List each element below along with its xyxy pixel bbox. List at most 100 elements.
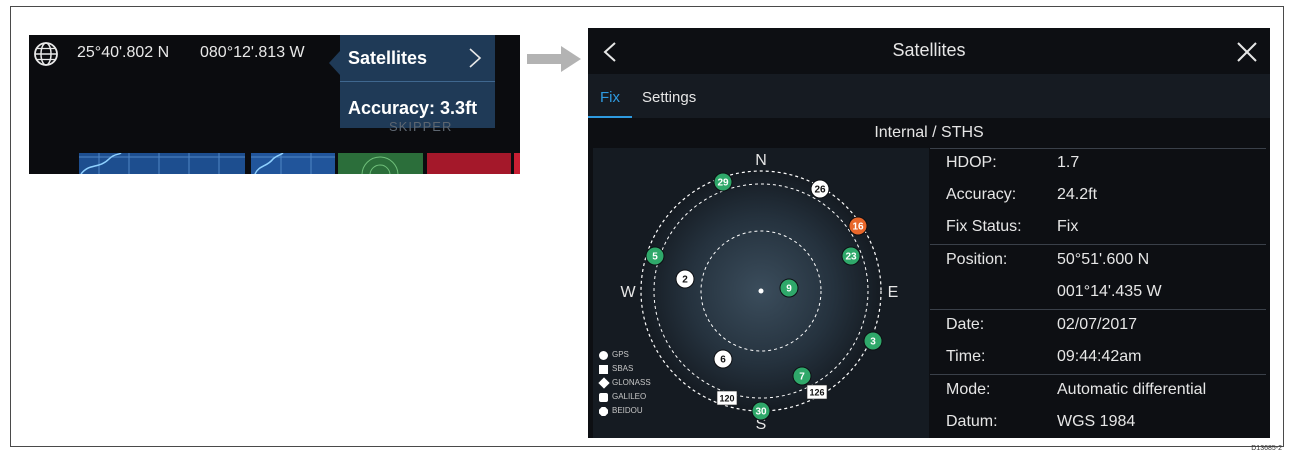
satellite-marker-30: 30 — [751, 401, 771, 421]
satellite-id-label: 16 — [852, 222, 864, 233]
gps-circle-icon — [599, 351, 608, 360]
latitude-readout: 25°40'.802 N — [77, 44, 170, 61]
legend-label: GLONASS — [612, 378, 651, 387]
figure-id: D13685-2 — [1251, 445, 1282, 452]
compass-east: E — [888, 284, 899, 301]
popup-title: Satellites — [348, 48, 428, 68]
satellite-id-label: 126 — [809, 388, 824, 398]
satellite-id-label: 6 — [720, 355, 726, 366]
chart-thumbnail — [338, 153, 423, 174]
date-value: 02/07/2017 — [1057, 316, 1138, 333]
info-row-date: Date: 02/07/2017 — [930, 310, 1266, 342]
hdop-value: 1.7 — [1057, 154, 1080, 171]
chart-thumbnail — [79, 152, 245, 174]
fix-info-table: HDOP: 1.7 Accuracy: 24.2ft Fix Status: F… — [930, 148, 1266, 438]
compass-north: N — [755, 152, 767, 169]
background-label: SKIPPER — [389, 119, 453, 134]
date-label: Date: — [946, 316, 985, 333]
arrow-right-icon — [527, 46, 581, 72]
mode-value: Automatic differential — [1057, 381, 1207, 398]
position-lat: 50°51'.600 N — [1057, 251, 1150, 268]
galileo-shield-icon — [599, 393, 608, 402]
compass-west: W — [620, 284, 636, 301]
satellite-id-label: 2 — [682, 275, 688, 286]
satellite-marker-3: 3 — [863, 331, 883, 351]
glonass-diamond-icon — [598, 377, 610, 389]
satellite-marker-126: 126 — [806, 384, 828, 400]
info-row-time: Time: 09:44:42am — [930, 342, 1266, 374]
legend-label: BEIDOU — [612, 406, 643, 415]
satellite-id-label: 3 — [870, 337, 876, 348]
satellite-id-label: 7 — [799, 372, 805, 383]
satellite-id-label: 29 — [717, 178, 729, 189]
info-row-accuracy: Accuracy: 24.2ft — [930, 180, 1266, 212]
popup-pointer — [329, 51, 340, 75]
dialog-title: Satellites — [892, 40, 966, 60]
popup-divider — [340, 81, 495, 82]
legend-item: GALILEO — [597, 390, 651, 404]
satellite-marker-9: 9 — [779, 278, 799, 298]
datum-value: WGS 1984 — [1057, 413, 1136, 430]
accuracy-value: 24.2ft — [1057, 186, 1098, 203]
satellite-id-label: 9 — [786, 284, 792, 295]
close-icon[interactable] — [1236, 41, 1258, 63]
info-row-position-lon: 001°14'.435 W — [930, 277, 1266, 309]
mode-label: Mode: — [946, 381, 991, 398]
satellite-id-label: 120 — [719, 394, 734, 404]
chart-thumbnails — [79, 152, 520, 174]
sky-plot: N S E W 29 26 16 23 5 2 9 3 6 7 30 120 126 GPS SBAS … — [593, 148, 929, 438]
chevron-right-icon[interactable] — [467, 47, 483, 69]
legend-item: BEIDOU — [597, 404, 651, 418]
tab-settings[interactable]: Settings — [642, 89, 696, 106]
info-row-datum: Datum: WGS 1984 — [930, 407, 1266, 438]
position-lon: 001°14'.435 W — [1057, 283, 1162, 300]
popup-accuracy: Accuracy: 3.3ft — [348, 98, 478, 118]
time-label: Time: — [946, 348, 986, 365]
info-row-hdop: HDOP: 1.7 — [930, 148, 1266, 180]
constellation-legend: GPS SBAS GLONASS GALILEO BEIDOU — [597, 348, 651, 418]
tab-bar: Fix Settings — [588, 74, 1270, 118]
legend-item: GLONASS — [597, 376, 651, 390]
satellite-marker-23: 23 — [841, 246, 861, 266]
beidou-octagon-icon — [599, 407, 608, 416]
info-row-mode: Mode: Automatic differential — [930, 375, 1266, 407]
legend-item: SBAS — [597, 362, 651, 376]
satellite-marker-120: 120 — [716, 390, 738, 406]
satellite-id-label: 30 — [755, 407, 767, 418]
satellites-dialog: Satellites Fix Settings Internal / STHS — [588, 28, 1270, 438]
info-row-fix-status: Fix Status: Fix — [930, 212, 1266, 244]
accuracy-label: Accuracy: — [946, 186, 1017, 203]
center-point — [758, 288, 764, 294]
satellite-marker-5: 5 — [645, 246, 665, 266]
hdop-label: HDOP: — [946, 154, 997, 171]
info-row-position: Position: 50°51'.600 N — [930, 245, 1266, 277]
satellite-id-label: 23 — [845, 252, 857, 263]
longitude-readout: 080°12'.813 W — [200, 44, 305, 61]
satellite-marker-7: 7 — [792, 366, 812, 386]
chart-thumbnail — [251, 152, 335, 174]
legend-label: GALILEO — [612, 392, 647, 401]
chart-thumbnail — [514, 153, 520, 174]
satellite-marker-26: 26 — [810, 179, 830, 199]
legend-label: SBAS — [612, 364, 634, 373]
gnss-source: Internal / STHS — [874, 124, 984, 141]
satellite-id-label: 26 — [814, 185, 826, 196]
satellite-marker-6: 6 — [713, 349, 733, 369]
active-tab-indicator — [588, 116, 632, 118]
position-label: Position: — [946, 251, 1008, 268]
legend-label: GPS — [612, 350, 629, 359]
satellite-marker-29: 29 — [713, 172, 733, 192]
satellite-id-label: 5 — [652, 252, 658, 263]
time-value: 09:44:42am — [1057, 348, 1142, 365]
satellite-marker-16: 16 — [848, 216, 868, 236]
fix-status-value: Fix — [1057, 218, 1079, 235]
globe-icon[interactable] — [33, 41, 59, 67]
title-bar: Satellites — [588, 28, 1270, 74]
sbas-square-icon — [599, 365, 608, 374]
satellites-popup[interactable]: Satellites Accuracy: 3.3ft — [340, 35, 495, 128]
satellite-marker-2: 2 — [675, 269, 695, 289]
fix-status-label: Fix Status: — [946, 218, 1022, 235]
datum-label: Datum: — [946, 413, 998, 430]
tab-fix[interactable]: Fix — [600, 89, 620, 106]
chart-status-bar: 25°40'.802 N 080°12'.813 W Satellites Ac… — [29, 35, 520, 174]
